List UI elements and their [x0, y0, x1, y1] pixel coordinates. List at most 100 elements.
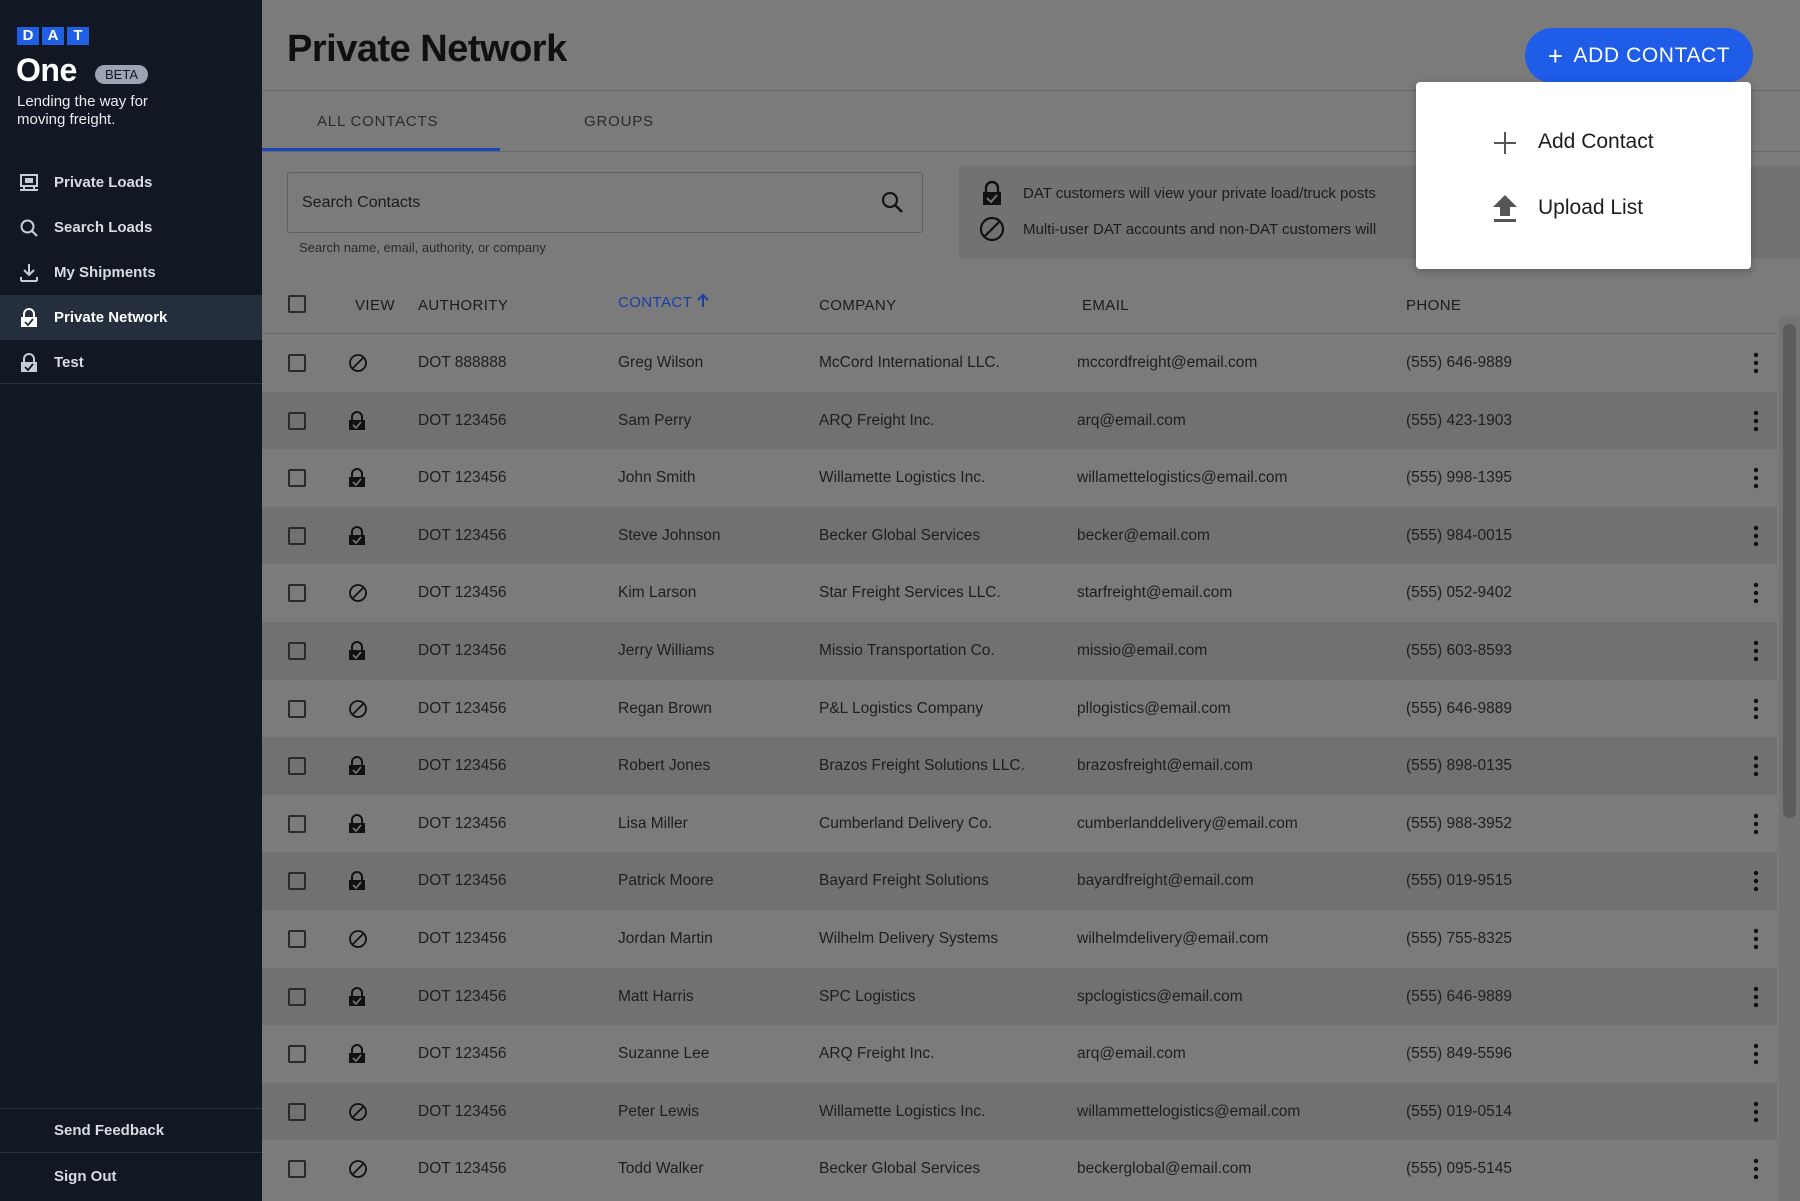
lock-icon — [348, 986, 368, 1007]
sidebar-nav: Private Loads Search Loads My Shipments … — [0, 160, 262, 385]
sidebar-item-test[interactable]: Test — [0, 340, 262, 385]
sidebar-item-my-shipments[interactable]: My Shipments — [0, 250, 262, 295]
beta-badge: BETA — [95, 65, 148, 84]
row-checkbox[interactable] — [288, 526, 306, 545]
select-all-checkbox[interactable] — [288, 295, 306, 313]
row-checkbox[interactable] — [288, 469, 306, 488]
cell-phone: (555) 052-9402 — [1406, 584, 1512, 602]
more-options-icon[interactable] — [1746, 928, 1766, 950]
cell-phone: (555) 984-0015 — [1406, 526, 1512, 544]
row-checkbox[interactable] — [288, 584, 306, 603]
more-options-icon[interactable] — [1746, 1101, 1766, 1123]
row-checkbox[interactable] — [288, 872, 306, 891]
more-options-icon[interactable] — [1746, 870, 1766, 892]
menu-item-add-contact[interactable]: Add Contact — [1416, 112, 1751, 172]
logo-letter-t: T — [67, 27, 89, 45]
table-row[interactable]: DOT 123456 Kim Larson Star Freight Service… — [262, 564, 1777, 622]
more-options-icon[interactable] — [1746, 813, 1766, 835]
blocked-icon — [348, 929, 368, 949]
tab-all-contacts[interactable]: ALL CONTACTS — [317, 91, 438, 151]
table-scrollbar[interactable] — [1779, 316, 1800, 1201]
sign-out-link[interactable]: Sign Out — [54, 1168, 117, 1185]
dat-logo: DAT — [17, 27, 92, 45]
tab-groups[interactable]: GROUPS — [584, 91, 654, 151]
row-checkbox[interactable] — [288, 699, 306, 718]
add-contact-menu: Add Contact Upload List — [1416, 82, 1751, 269]
menu-item-label: Add Contact — [1538, 130, 1654, 153]
search-input[interactable] — [300, 173, 864, 232]
more-options-icon[interactable] — [1746, 582, 1766, 604]
add-contact-button-label: ADD CONTACT — [1573, 43, 1731, 67]
table-row[interactable]: DOT 123456 Peter Lewis Willamette Logistic… — [262, 1082, 1777, 1141]
sidebar: DAT One BETA Lending the way for moving … — [0, 0, 262, 1201]
lock-icon — [348, 525, 368, 546]
column-header-authority[interactable]: AUTHORITY — [418, 278, 508, 333]
more-options-icon[interactable] — [1746, 525, 1766, 547]
table-row[interactable]: DOT 123456 Jordan Martin Wilhelm Delivery … — [262, 910, 1777, 968]
table-row[interactable]: DOT 123456 Steve Johnson Becker Global Ser… — [262, 506, 1777, 565]
blocked-icon — [979, 216, 1005, 242]
row-checkbox[interactable] — [288, 411, 306, 430]
sidebar-item-private-network[interactable]: Private Network — [0, 295, 262, 340]
table-row[interactable]: DOT 123456 John Smith Willamette Logistics… — [262, 449, 1777, 507]
cell-authority: DOT 123456 — [418, 1102, 507, 1120]
table-row[interactable]: DOT 123456 Todd Walker Becker Global Servi… — [262, 1140, 1777, 1198]
cell-authority: DOT 123456 — [418, 987, 507, 1005]
sidebar-item-private-loads[interactable]: Private Loads — [0, 160, 262, 205]
table-row[interactable]: DOT 123456 Sam Perry ARQ Freight Inc. arq@e… — [262, 391, 1777, 450]
row-checkbox[interactable] — [288, 987, 306, 1006]
table-row[interactable]: DOT 123456 Robert Jones Brazos Freight Sol… — [262, 737, 1777, 795]
more-options-icon[interactable] — [1746, 1043, 1766, 1065]
cell-phone: (555) 095-5145 — [1406, 1160, 1512, 1178]
row-checkbox[interactable] — [288, 757, 306, 776]
row-checkbox[interactable] — [288, 1102, 306, 1121]
search-icon[interactable] — [880, 190, 904, 219]
scrollbar-thumb[interactable] — [1783, 324, 1796, 818]
cell-authority: DOT 123456 — [418, 699, 507, 717]
more-options-icon[interactable] — [1746, 986, 1766, 1008]
more-options-icon[interactable] — [1746, 1158, 1766, 1180]
row-checkbox[interactable] — [288, 354, 306, 372]
cell-email: spclogistics@email.com — [1077, 987, 1243, 1005]
search-help-text: Search name, email, authority, or compan… — [299, 240, 546, 255]
logo-letter-d: D — [17, 27, 39, 45]
column-header-email[interactable]: EMAIL — [1082, 278, 1129, 333]
lock-icon — [979, 180, 1005, 206]
column-header-contact[interactable]: CONTACT — [618, 275, 709, 330]
table-row[interactable]: DOT 888888 Greg Wilson McCord Internationa… — [262, 334, 1777, 392]
sidebar-item-search-loads[interactable]: Search Loads — [0, 205, 262, 250]
row-checkbox[interactable] — [288, 814, 306, 833]
send-feedback-link[interactable]: Send Feedback — [54, 1122, 164, 1139]
row-checkbox[interactable] — [288, 930, 306, 948]
info-text-private: DAT customers will view your private loa… — [1023, 184, 1376, 202]
menu-item-upload-list[interactable]: Upload List — [1416, 178, 1751, 238]
table-row[interactable]: DOT 123456 Regan Brown P&L Logistics Compa… — [262, 680, 1777, 738]
cell-contact: Matt Harris — [618, 987, 694, 1005]
lock-icon — [348, 871, 368, 891]
more-options-icon[interactable] — [1746, 410, 1766, 432]
row-checkbox[interactable] — [288, 1160, 306, 1179]
table-row[interactable]: DOT 123456 Patrick Moore Bayard Freight So… — [262, 852, 1777, 910]
row-checkbox[interactable] — [288, 1045, 306, 1064]
cell-company: Willamette Logistics Inc. — [819, 1102, 986, 1120]
more-options-icon[interactable] — [1746, 640, 1766, 662]
more-options-icon[interactable] — [1746, 698, 1766, 720]
table-row[interactable]: DOT 123456 Lisa Miller Cumberland Delivery… — [262, 795, 1777, 853]
table-row[interactable]: DOT 123456 Jerry Williams Missio Transport… — [262, 622, 1777, 680]
plus-icon — [1490, 128, 1520, 158]
cell-phone: (555) 998-1395 — [1406, 469, 1512, 487]
logo-letter-a: A — [42, 27, 64, 45]
add-contact-button[interactable]: + ADD CONTACT — [1525, 28, 1753, 83]
column-header-company[interactable]: COMPANY — [819, 278, 897, 333]
column-header-phone[interactable]: PHONE — [1406, 278, 1461, 333]
more-options-icon[interactable] — [1746, 352, 1766, 374]
table-row[interactable]: DOT 123456 Suzanne Lee ARQ Freight Inc. arq… — [262, 1025, 1777, 1083]
cell-company: ARQ Freight Inc. — [819, 411, 935, 429]
more-options-icon[interactable] — [1746, 755, 1766, 777]
row-checkbox[interactable] — [288, 642, 306, 660]
cell-authority: DOT 123456 — [418, 469, 507, 487]
table-row[interactable]: DOT 123456 Matt Harris SPC Logistics spclog… — [262, 967, 1777, 1026]
more-options-icon[interactable] — [1746, 467, 1766, 489]
search-icon — [18, 217, 40, 239]
cell-company: SPC Logistics — [819, 987, 916, 1005]
